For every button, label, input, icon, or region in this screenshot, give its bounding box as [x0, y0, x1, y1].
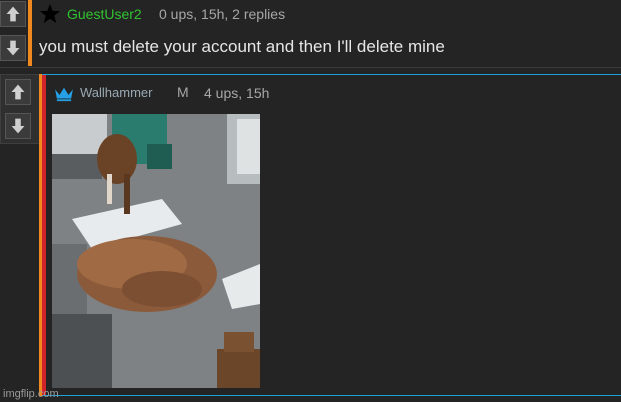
- arrow-down-icon: [6, 40, 20, 56]
- upvote-button[interactable]: [5, 79, 31, 105]
- username-link[interactable]: Wallhammer: [80, 85, 152, 100]
- comment-divider: [0, 67, 621, 68]
- crown-icon: [55, 87, 73, 102]
- thread-bar-orange: [28, 0, 32, 66]
- username-link[interactable]: GuestUser2: [67, 6, 142, 22]
- comment-meta: 4 ups, 15h: [204, 85, 270, 101]
- arrow-up-icon: [6, 6, 20, 22]
- star-icon: [39, 3, 61, 23]
- arrow-down-icon: [11, 118, 25, 134]
- mod-badge: M: [177, 84, 189, 100]
- reply-bottom-rule: [42, 395, 621, 396]
- downvote-button[interactable]: [0, 35, 26, 61]
- comment-image[interactable]: [52, 114, 260, 388]
- upvote-button[interactable]: [0, 1, 26, 27]
- thread-bar-red: [42, 74, 46, 396]
- comment-meta: 0 ups, 15h, 2 replies: [159, 6, 286, 22]
- attached-photo: [52, 114, 260, 388]
- arrow-up-icon: [11, 84, 25, 100]
- comment-text: you must delete your account and then I'…: [39, 37, 445, 56]
- reply-top-rule: [42, 74, 621, 75]
- downvote-button[interactable]: [5, 113, 31, 139]
- imgflip-watermark: imgflip.com: [3, 388, 59, 400]
